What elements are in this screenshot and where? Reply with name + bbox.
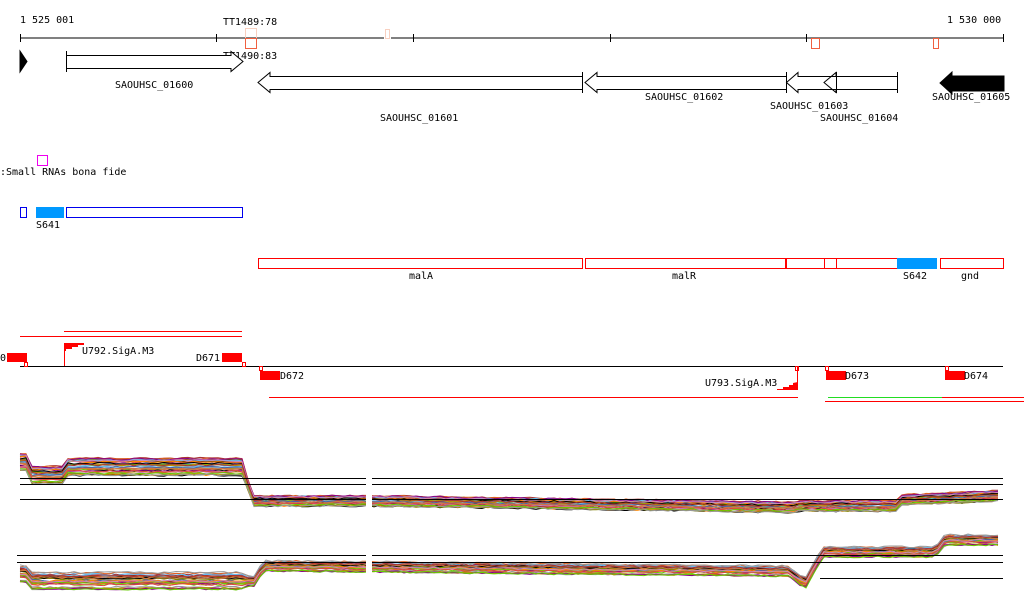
transcript-mala[interactable] [258, 258, 583, 269]
terminator-box[interactable] [385, 29, 390, 39]
promoter-anchor [24, 362, 28, 367]
gene-arrow-partial[interactable] [19, 49, 28, 74]
promoter-d673[interactable] [826, 371, 846, 380]
transcript-segment[interactable] [836, 258, 898, 269]
transcript-segment[interactable] [824, 258, 837, 269]
gene-saouhsc-01601[interactable] [257, 71, 583, 94]
terminator-box[interactable] [933, 38, 939, 49]
promoter-label: T0 [0, 353, 6, 364]
srna-feature[interactable] [20, 207, 27, 218]
srna-feature-s641[interactable] [36, 207, 64, 218]
genome-browser-canvas: 1 525 001 1 530 000 TT1489:78 TT1490:83 … [0, 15, 1024, 611]
transcript-malr[interactable] [585, 258, 786, 269]
transcript-s642[interactable] [897, 258, 937, 269]
small-rna-marker[interactable] [37, 155, 48, 166]
terminator-track: TT1489:78 TT1490:83 [223, 17, 939, 62]
transcript-label: gnd [961, 271, 979, 282]
plot-gap [366, 445, 372, 611]
promoter-label: U793.SigA.M3 [705, 378, 777, 389]
gene-label: SAOUHSC_01600 [115, 80, 193, 91]
expression-plot-forward [19, 453, 999, 514]
promoter-anchor [945, 366, 949, 371]
terminator-label: TT1489:78 [223, 17, 277, 28]
promoter-anchor [259, 366, 263, 371]
terminator-box-tt1490[interactable] [245, 38, 257, 49]
gene-saouhsc-01602[interactable] [584, 71, 787, 94]
terminator-box[interactable] [811, 38, 820, 49]
srna-feature[interactable] [66, 207, 243, 218]
gene-label: SAOUHSC_01603 [770, 101, 848, 112]
transcript-label: malA [409, 271, 433, 282]
transcript-labels: malA malR S642 gnd [409, 271, 979, 282]
gene-label: SAOUHSC_01604 [820, 113, 898, 124]
promoter-label: D674 [964, 371, 988, 382]
promoter-d672[interactable] [260, 371, 280, 380]
promoter-anchor [242, 362, 246, 367]
gene-label: SAOUHSC_01605 [932, 92, 1010, 103]
ruler-start-label: 1 525 001 [20, 15, 74, 26]
small-rna-track-label: :Small RNAs bona fide [0, 167, 126, 178]
promoter-u793-flag[interactable] [777, 382, 798, 390]
transcript-label: malR [672, 271, 697, 282]
small-rna-track: :Small RNAs bona fide S641 [0, 155, 243, 231]
promoter-label: D673 [845, 371, 869, 382]
ruler-end-label: 1 530 000 [947, 15, 1001, 26]
terminator-box-tt1489[interactable] [245, 28, 257, 39]
gene-saouhsc-01605[interactable] [939, 70, 1005, 96]
promoter-label: D671 [196, 353, 220, 364]
coordinate-ruler: 1 525 001 1 530 000 [20, 15, 1004, 42]
promoter-d671[interactable] [222, 353, 242, 362]
gene-label: SAOUHSC_01601 [380, 113, 458, 124]
promoter-label: U792.SigA.M3 [82, 346, 154, 357]
gene-label: SAOUHSC_01602 [645, 92, 723, 103]
promoter-label: D672 [280, 371, 304, 382]
gene-track: SAOUHSC_01600 SAOUHSC_01601 SAOUHSC_0160… [19, 49, 1010, 124]
transcript-label: S642 [903, 271, 927, 282]
srna-label: S641 [36, 220, 60, 231]
promoter-anchor [825, 366, 829, 371]
transcript-track [258, 258, 1004, 269]
transcript-gnd[interactable] [940, 258, 1004, 269]
gene-saouhsc-01603[interactable] [785, 71, 837, 94]
promoter-d674[interactable] [945, 371, 965, 380]
promoter-d670[interactable] [7, 353, 27, 362]
gene-saouhsc-01600[interactable] [66, 50, 244, 73]
promoter-u792-flag[interactable] [64, 343, 84, 351]
transcript-segment[interactable] [786, 258, 825, 269]
promoter-track: T0 U792.SigA.M3 D671 D672 U793.SigA.M3 D… [0, 331, 1024, 402]
